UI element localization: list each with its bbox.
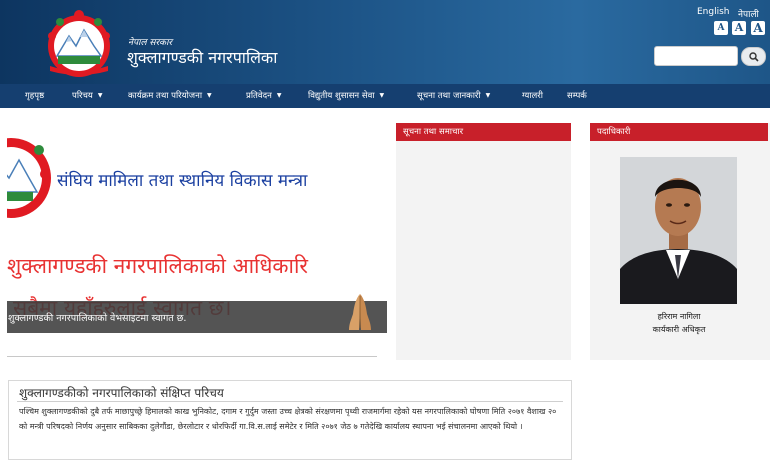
search-input[interactable] <box>654 46 738 66</box>
news-panel-heading: सूचना तथा समाचार <box>396 123 571 141</box>
font-size-medium-button[interactable]: A <box>732 21 746 35</box>
nav-item-contact[interactable]: सम्पर्क <box>567 84 587 108</box>
search-icon <box>748 51 759 62</box>
site-title[interactable]: शुक्लागण्डकी नगरपालिका <box>127 46 277 68</box>
officials-panel-heading: पदाधिकारी <box>590 123 768 141</box>
language-english-link[interactable]: English <box>697 7 730 17</box>
main-navigation: गृहपृष्ठ परिचय ▼ कार्यक्रम तथा परियोजना ▼ … <box>0 84 770 108</box>
chevron-down-icon: ▼ <box>276 92 282 99</box>
site-header: नेपाल सरकार शुक्लागण्डकी नगरपालिका Engli… <box>0 0 770 84</box>
introduction-text: पश्चिम शुक्लागण्डकीको दुबै तर्फ माछापुच्… <box>19 407 557 431</box>
introduction-divider <box>17 401 563 402</box>
search-button[interactable] <box>741 47 766 66</box>
slide-banner-text-1: संघिय मामिला तथा स्थानिय विकास मन्त्रा <box>57 171 308 191</box>
officials-panel: पदाधिकारी हरिराम नागिला कार्यकारी अधिकृत <box>590 123 770 360</box>
welcome-slider[interactable]: संघिय मामिला तथा स्थानिय विकास मन्त्रा श… <box>7 128 387 358</box>
emblem-partial-image <box>7 138 51 218</box>
font-size-small-button[interactable]: A <box>714 21 728 35</box>
nepal-emblem-logo[interactable] <box>38 6 120 78</box>
nav-item-programs[interactable]: कार्यक्रम तथा परियोजना ▼ <box>128 84 212 108</box>
official-photo[interactable] <box>620 157 737 304</box>
nav-item-e-governance[interactable]: विद्युतीय शुसासन सेवा ▼ <box>308 84 384 108</box>
language-nepali-link[interactable]: नेपाली <box>738 7 759 20</box>
news-panel: सूचना तथा समाचार <box>396 123 571 360</box>
namaste-hands-icon <box>349 294 371 330</box>
chevron-down-icon: ▼ <box>379 92 385 99</box>
slide-banner-text-2: शुक्लागण्डकी नगरपालिकाको आधिकारि <box>7 254 309 278</box>
official-name: हरिराम नागिला <box>657 312 701 321</box>
introduction-section: शुक्लागण्डकीको नगरपालिकाको संक्षिप्त परि… <box>8 380 572 460</box>
font-size-large-button[interactable]: A <box>751 21 765 35</box>
nav-item-home[interactable]: गृहपृष्ठ <box>25 84 44 108</box>
nav-item-reports[interactable]: प्रतिवेदन ▼ <box>246 84 281 108</box>
nav-item-introduction[interactable]: परिचय ▼ <box>72 84 102 108</box>
chevron-down-icon: ▼ <box>207 92 212 99</box>
slider-divider <box>7 356 377 357</box>
official-role: कार्यकारी अधिकृत <box>652 325 706 334</box>
slide-caption: शुक्लागण्डकी नगरपालिकाको वेभसाइटमा स्वाग… <box>8 313 187 324</box>
nav-item-gallery[interactable]: ग्यालरी <box>522 84 543 108</box>
nav-item-information[interactable]: सूचना तथा जानकारी ▼ <box>417 84 490 108</box>
introduction-title: शुक्लागण्डकीको नगरपालिकाको संक्षिप्त परि… <box>19 386 224 400</box>
chevron-down-icon: ▼ <box>485 92 491 99</box>
chevron-down-icon: ▼ <box>97 92 103 99</box>
